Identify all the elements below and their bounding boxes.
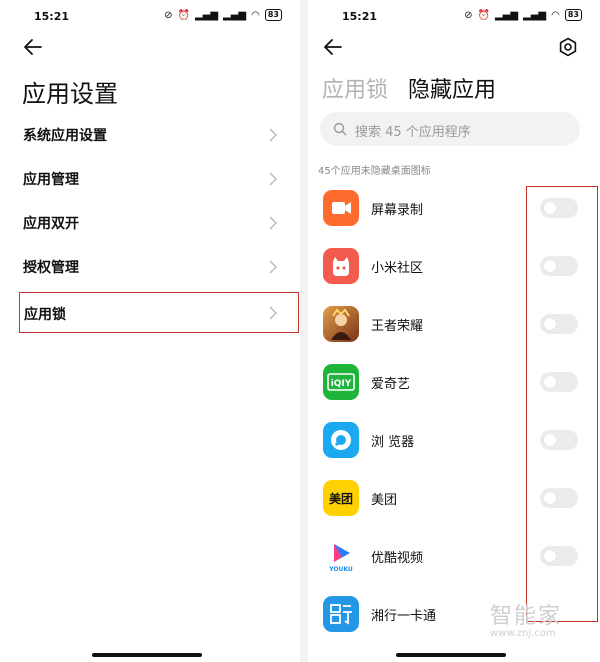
signal-icon: ▂▄▆ [494, 9, 519, 21]
app-name: 美团 [371, 493, 398, 508]
status-bar: 15:21 ⊘ ⏰ ▂▄▆ ▂▄▆ ◠ 83 [308, 8, 600, 26]
back-arrow-icon [24, 39, 42, 55]
iqiyi-icon: iQIY [323, 364, 359, 400]
svg-text:iQIY: iQIY [331, 379, 352, 389]
menu-item-app-lock[interactable]: 应用锁 [19, 292, 299, 333]
chevron-right-icon [269, 172, 277, 186]
watermark: 智能家 www.znj.com [490, 598, 562, 639]
alarm-icon: ⏰ [477, 9, 490, 21]
signal-icon: ▂▄▆ [194, 9, 219, 21]
menu-item-app-management[interactable]: 应用管理 [20, 157, 298, 201]
battery-icon: 83 [264, 9, 282, 21]
browser-icon [323, 422, 359, 458]
tab-hidden-apps[interactable]: 隐藏应用 [408, 72, 496, 104]
toggle-column-highlight [526, 186, 598, 622]
status-bar: 15:21 ⊘ ⏰ ▂▄▆ ▂▄▆ ◠ 83 [0, 8, 300, 26]
dnd-icon: ⊘ [464, 9, 473, 21]
menu-item-dual-apps[interactable]: 应用双开 [20, 201, 298, 245]
watermark-url: www.znj.com [490, 628, 556, 639]
menu-item-system-app-settings[interactable]: 系统应用设置 [20, 113, 298, 157]
screen-record-icon [323, 190, 359, 226]
back-arrow-icon [324, 39, 342, 55]
app-name: 屏幕录制 [371, 203, 424, 218]
svg-text:YOUKU: YOUKU [328, 566, 353, 573]
menu-item-label: 授权管理 [23, 260, 79, 276]
chevron-right-icon [269, 128, 277, 142]
watermark-text: 智能家 [490, 604, 563, 629]
honor-of-kings-icon [323, 306, 359, 342]
home-indicator[interactable] [92, 653, 202, 657]
menu-item-label: 应用双开 [23, 216, 79, 232]
back-button[interactable] [22, 36, 44, 58]
menu-item-label: 应用管理 [23, 172, 79, 188]
signal-icon: ▂▄▆ [523, 9, 547, 21]
status-icons: ⊘ ⏰ ▂▄▆ ▂▄▆ ◠ 83 [164, 9, 282, 21]
wifi-icon: ◠ [551, 9, 560, 21]
status-icons: ⊘ ⏰ ▂▄▆ ▂▄▆ ◠ 83 [464, 9, 582, 21]
gear-icon [559, 37, 577, 57]
mi-community-icon [323, 248, 359, 284]
menu-item-label: 应用锁 [24, 307, 66, 323]
search-icon [333, 122, 347, 136]
app-name: 爱奇艺 [371, 377, 411, 392]
screen-divider [300, 0, 308, 662]
search-input[interactable]: 搜索 45 个应用程序 [320, 112, 580, 146]
app-lock-hidden-apps-screen: 15:21 ⊘ ⏰ ▂▄▆ ▂▄▆ ◠ 83 应用锁 隐藏应用 搜索 45 个应… [308, 0, 600, 662]
youku-icon: YOUKU [323, 538, 359, 574]
battery-icon: 83 [564, 9, 582, 21]
chevron-right-icon [269, 260, 277, 274]
chevron-right-icon [269, 216, 277, 230]
dnd-icon: ⊘ [164, 9, 173, 21]
status-time: 15:21 [34, 10, 70, 23]
menu-item-permissions[interactable]: 授权管理 [20, 245, 298, 289]
alarm-icon: ⏰ [177, 9, 190, 21]
status-time: 15:21 [342, 10, 378, 23]
section-caption: 45个应用未隐藏桌面图标 [318, 166, 431, 177]
back-button[interactable] [322, 36, 344, 58]
meituan-icon: 美团 [323, 480, 359, 516]
app-name: 王者荣耀 [371, 319, 424, 334]
tab-app-lock[interactable]: 应用锁 [322, 72, 388, 104]
xiangxing-card-icon [323, 596, 359, 632]
search-placeholder: 搜索 45 个应用程序 [355, 125, 471, 140]
wifi-icon: ◠ [251, 9, 260, 21]
menu-item-label: 系统应用设置 [23, 128, 107, 144]
app-settings-screen: 15:21 ⊘ ⏰ ▂▄▆ ▂▄▆ ◠ 83 应用设置 系统应用设置 应用管理 … [0, 0, 300, 662]
app-name: 优酷视频 [371, 551, 424, 566]
app-name: 湘行一卡通 [371, 609, 437, 624]
svg-text:美团: 美团 [329, 491, 353, 506]
app-name: 浏 览器 [371, 435, 415, 450]
signal-icon: ▂▄▆ [223, 9, 247, 21]
page-title: 应用设置 [22, 80, 118, 108]
home-indicator[interactable] [396, 653, 506, 657]
chevron-right-icon [269, 306, 277, 320]
settings-button[interactable] [558, 37, 578, 57]
app-name: 小米社区 [371, 261, 424, 276]
